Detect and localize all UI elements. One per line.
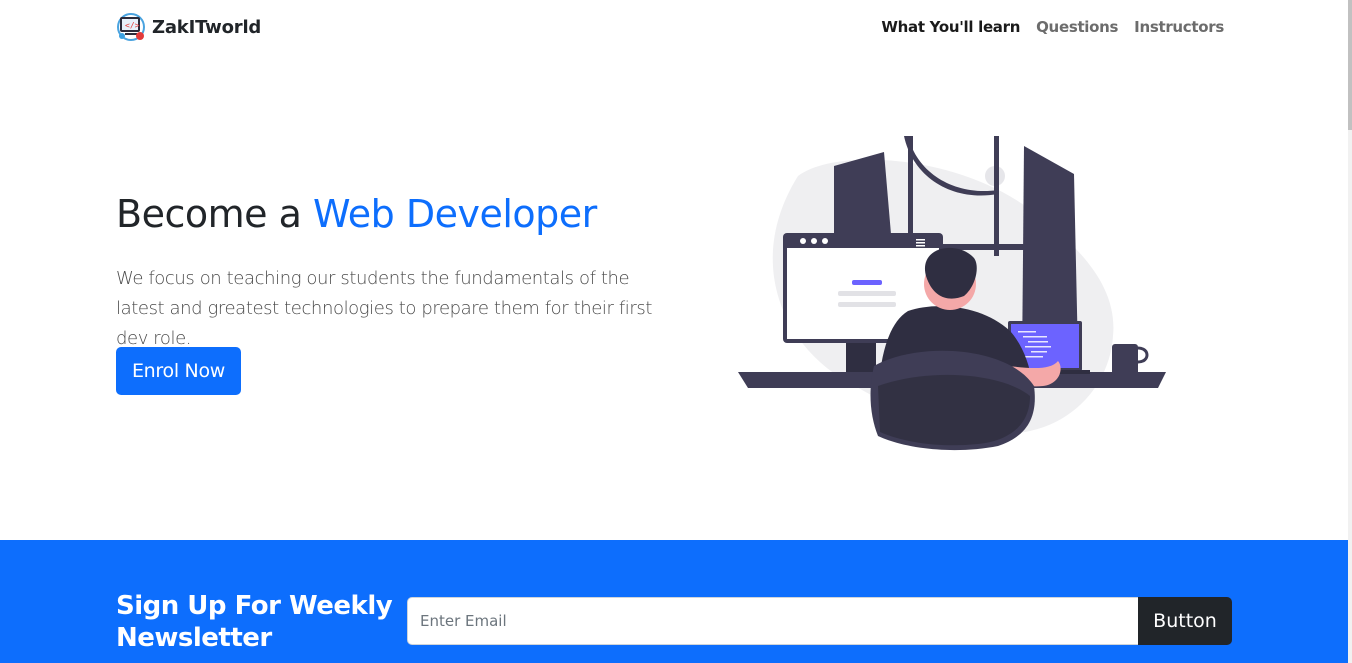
monitor-menu-1 — [916, 239, 925, 241]
newsletter-section: Sign Up For Weekly Newsletter Button — [0, 540, 1348, 663]
developer-at-desk-illustration — [738, 136, 1166, 451]
monitor-accent-bar — [852, 280, 882, 285]
coffee-mug — [1112, 344, 1138, 376]
mug-handle — [1137, 346, 1149, 364]
left-curtain — [834, 152, 892, 246]
window-frame-left — [908, 136, 913, 248]
page: </> ZakITworld What You'll learn Questio… — [0, 0, 1352, 663]
enrol-now-button[interactable]: Enrol Now — [116, 347, 241, 395]
monitor-dot-2 — [811, 238, 817, 244]
monitor-line-1 — [838, 291, 896, 296]
svg-text:</>: </> — [125, 21, 140, 30]
hero-title-accent: Web Developer — [312, 192, 597, 236]
monitor-dot-1 — [800, 238, 806, 244]
nav-links: What You'll learn Questions Instructors — [881, 18, 1224, 36]
coding-logo-icon: </> — [117, 13, 145, 41]
nav-link-what-youll-learn[interactable]: What You'll learn — [881, 18, 1020, 36]
navbar: </> ZakITworld What You'll learn Questio… — [116, 0, 1224, 54]
window-frame-vertical — [994, 136, 999, 256]
scrollbar-thumb[interactable] — [1348, 0, 1352, 130]
monitor-dot-3 — [822, 238, 828, 244]
newsletter-title: Sign Up For Weekly Newsletter — [116, 591, 393, 653]
monitor-menu-3 — [916, 245, 925, 247]
newsletter-submit-button[interactable]: Button — [1138, 597, 1232, 645]
chair-shadow — [878, 374, 1030, 446]
monitor-menu-2 — [916, 242, 925, 244]
hero-title-plain: Become a — [116, 192, 313, 236]
hero-title: Become a Web Developer — [116, 192, 597, 236]
brand-link[interactable]: </> ZakITworld — [116, 12, 261, 42]
nav-link-questions[interactable]: Questions — [1036, 18, 1118, 36]
monitor-line-2 — [838, 302, 896, 307]
monitor-stand — [846, 343, 876, 373]
hero-lead: We focus on teaching our students the fu… — [116, 268, 653, 349]
page-scrollbar[interactable] — [1348, 0, 1352, 663]
brand-name: ZakITworld — [152, 16, 262, 38]
email-input[interactable] — [407, 597, 1139, 645]
nav-link-instructors[interactable]: Instructors — [1134, 18, 1224, 36]
